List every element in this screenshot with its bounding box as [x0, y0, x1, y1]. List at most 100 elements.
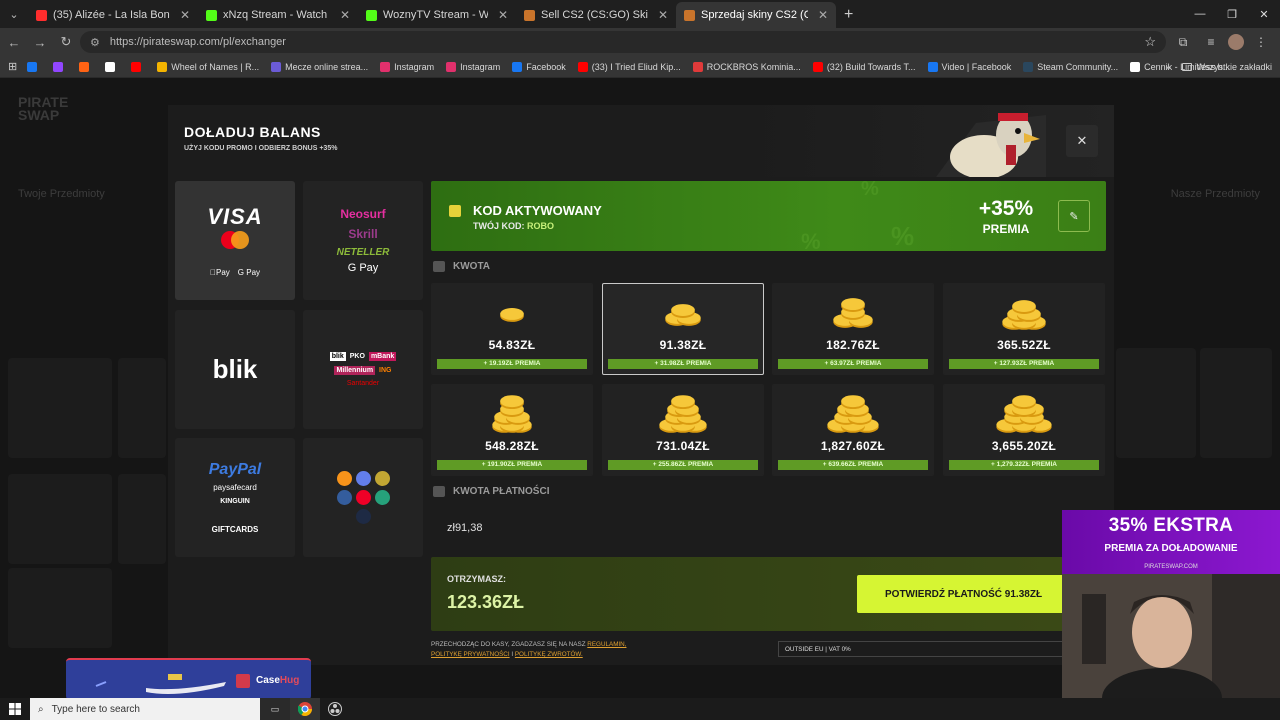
method-ewallets[interactable]: Neosurf Skrill NETELLER G Pay — [303, 181, 423, 300]
close-button[interactable]: ✕ — [1066, 125, 1098, 157]
back-icon[interactable]: ← — [2, 30, 26, 54]
restore-icon[interactable]: ❐ — [1216, 0, 1248, 28]
bookmark-item[interactable]: Video | Facebook — [927, 61, 1011, 72]
amount-bonus-badge: + 19.19ZŁ PREMIA — [437, 359, 587, 369]
bookmark-list: Wheel of Names | R... Mecze online strea.… — [27, 61, 1230, 72]
bookmark-item[interactable]: Instagram — [446, 61, 500, 72]
tab-close-icon[interactable]: ✕ — [818, 8, 828, 22]
overlay-headline: 35% EKSTRA — [1108, 515, 1234, 536]
casehug-banner[interactable]: CaseHug — [66, 658, 311, 700]
tab-close-icon[interactable]: ✕ — [658, 8, 668, 22]
terminal-app-icon[interactable]: ▭ — [260, 698, 290, 720]
method-card[interactable]: VISA Pay G Pay — [175, 181, 295, 300]
svg-text:%: % — [891, 221, 914, 251]
amount-value: 548.28ZŁ — [485, 439, 539, 453]
terms-separator: I — [511, 651, 514, 658]
browser-tab[interactable]: Sprzedaj skiny CS2 (CS:GO) | Na ✕ — [676, 2, 836, 28]
bookmark-item[interactable]: Instagram — [380, 61, 435, 72]
bookmark-label: (33) I Tried Eliud Kip... — [591, 61, 681, 72]
giftcards-label: GIFTCARDS — [211, 525, 259, 534]
gpay-logo: G Pay — [347, 262, 379, 274]
amount-option[interactable]: 3,655.20ZŁ + 1,279.32ZŁ PREMIA — [943, 384, 1105, 476]
bookmark-item[interactable]: Steam Community... — [1023, 61, 1118, 72]
chrome-app-icon[interactable] — [290, 698, 320, 720]
apps-icon[interactable]: ⊞ — [8, 60, 17, 73]
crypto-coin-icon — [336, 490, 352, 505]
amount-option[interactable]: 548.28ZŁ + 191.90ZŁ PREMIA — [431, 384, 593, 476]
tab-close-icon[interactable]: ✕ — [340, 8, 350, 22]
amount-option[interactable]: 1,827.60ZŁ + 639.66ZŁ PREMIA — [772, 384, 934, 476]
payment-amount-field[interactable]: zł91,38 — [431, 512, 1106, 544]
dim-card — [8, 358, 112, 458]
taskbar-search-input[interactable]: ⌕ Type here to search — [30, 698, 260, 720]
all-bookmarks[interactable]: Wszystkie zakładki — [1182, 62, 1272, 72]
visa-logo: VISA — [207, 204, 263, 229]
search-placeholder: Type here to search — [51, 703, 140, 715]
bookmarks-bar: ⊞ Wheel of Names | R... Mecze online stre… — [0, 56, 1280, 78]
browser-tab[interactable]: Sell CS2 (CS:GO) Skins | Best CS ✕ — [516, 2, 676, 28]
avatar[interactable] — [1228, 34, 1244, 50]
reload-icon[interactable]: ↻ — [54, 30, 78, 54]
browser-tab[interactable]: (35) Alizée - La Isla Bonita - ✕ — [28, 2, 198, 28]
payment-label: KWOTA PŁATNOŚCI — [453, 486, 550, 497]
bookmark-item[interactable]: (33) I Tried Eliud Kip... — [577, 61, 681, 72]
bookmark-item[interactable]: Facebook — [512, 61, 566, 72]
method-banks[interactable]: blik PKO mBank Millennium ING Santander — [303, 310, 423, 429]
amount-option[interactable]: 54.83ZŁ + 19.19ZŁ PREMIA — [431, 283, 593, 375]
bookmark-star-icon[interactable]: ☆ — [1144, 34, 1156, 50]
amount-option[interactable]: 731.04ZŁ + 255.86ZŁ PREMIA — [602, 384, 764, 476]
tab-search-icon[interactable]: ⌄ — [0, 0, 28, 28]
bookmark-item[interactable] — [105, 61, 119, 72]
bookmark-label: Instagram — [394, 61, 435, 72]
tab-title: Sell CS2 (CS:GO) Skins | Best CS — [541, 9, 648, 21]
privacy-link[interactable]: POLITYKĘ PRYWATNOŚCI — [431, 651, 510, 658]
coins-icon — [996, 395, 1052, 433]
bookmark-item[interactable]: Wheel of Names | R... — [157, 61, 259, 72]
tab-close-icon[interactable]: ✕ — [498, 8, 508, 22]
amount-value: 54.83ZŁ — [488, 338, 536, 352]
terms-text: PRZECHODZĄC DO KASY, ZGADZASZ SIĘ NA NAS… — [431, 640, 691, 660]
new-tab-button[interactable]: + — [836, 2, 861, 28]
bookmark-item[interactable]: Mecze online strea... — [271, 61, 368, 72]
terms-link[interactable]: REGULAMIN, — [587, 641, 626, 648]
amount-option[interactable]: 91.38ZŁ + 31.98ZŁ PREMIA — [602, 283, 764, 375]
amount-value: 1,827.60ZŁ — [820, 439, 886, 453]
site-info-icon[interactable]: ⚙ — [90, 36, 100, 49]
bookmark-item[interactable] — [131, 61, 145, 72]
gift-icon — [449, 205, 461, 217]
address-bar-row: ← → ↻ ⚙ https://pirateswap.com/pl/exchan… — [0, 28, 1280, 56]
bookmark-item[interactable] — [27, 61, 41, 72]
close-window-icon[interactable]: ✕ — [1248, 0, 1280, 28]
promo-code: TWÓJ KOD: ROBO — [473, 221, 554, 231]
method-blik[interactable]: blik — [175, 310, 295, 429]
more-bookmarks-icon[interactable]: » — [1165, 62, 1170, 72]
edit-code-button[interactable]: ✎ — [1058, 200, 1090, 232]
vat-select[interactable]: OUTSIDE EU | VAT 0% — [778, 641, 1078, 657]
extensions-icon[interactable]: ⧉ — [1172, 31, 1194, 53]
method-paypal[interactable]: PayPal paysafecard KINGUIN GIFTCARDS — [175, 438, 295, 557]
media-control-icon[interactable]: ≡ — [1200, 31, 1222, 53]
windows-start-icon[interactable] — [0, 698, 30, 720]
browser-tab[interactable]: WoznyTV Stream - Watch Live o ✕ — [358, 2, 516, 28]
browser-tab[interactable]: xNzq Stream - Watch Live on K ✕ — [198, 2, 358, 28]
amount-bonus-badge: + 63.97ZŁ PREMIA — [778, 359, 928, 369]
bookmark-item[interactable]: (32) Build Towards T... — [812, 61, 916, 72]
method-crypto[interactable] — [303, 438, 423, 557]
minimize-icon[interactable]: — — [1184, 0, 1216, 28]
apple-pay-label: Pay — [210, 268, 230, 277]
obs-app-icon[interactable] — [320, 698, 350, 720]
bookmark-item[interactable] — [79, 61, 93, 72]
amount-option[interactable]: 365.52ZŁ + 127.93ZŁ PREMIA — [943, 283, 1105, 375]
dim-card — [1116, 348, 1196, 458]
tab-close-icon[interactable]: ✕ — [180, 8, 190, 22]
bookmark-item[interactable]: ROCKBROS Kominia... — [692, 61, 801, 72]
refund-link[interactable]: POLITYKĘ ZWROTÓW. — [515, 651, 583, 658]
amount-section-label: KWOTA — [433, 261, 490, 272]
amount-option[interactable]: 182.76ZŁ + 63.97ZŁ PREMIA — [772, 283, 934, 375]
bookmark-item[interactable] — [53, 61, 67, 72]
forward-icon[interactable]: → — [28, 30, 52, 54]
folder-icon — [1182, 63, 1193, 71]
mascot-image — [936, 113, 1046, 177]
menu-icon[interactable]: ⋮ — [1250, 31, 1272, 53]
url-input[interactable]: ⚙ https://pirateswap.com/pl/exchanger ☆ — [80, 31, 1166, 53]
